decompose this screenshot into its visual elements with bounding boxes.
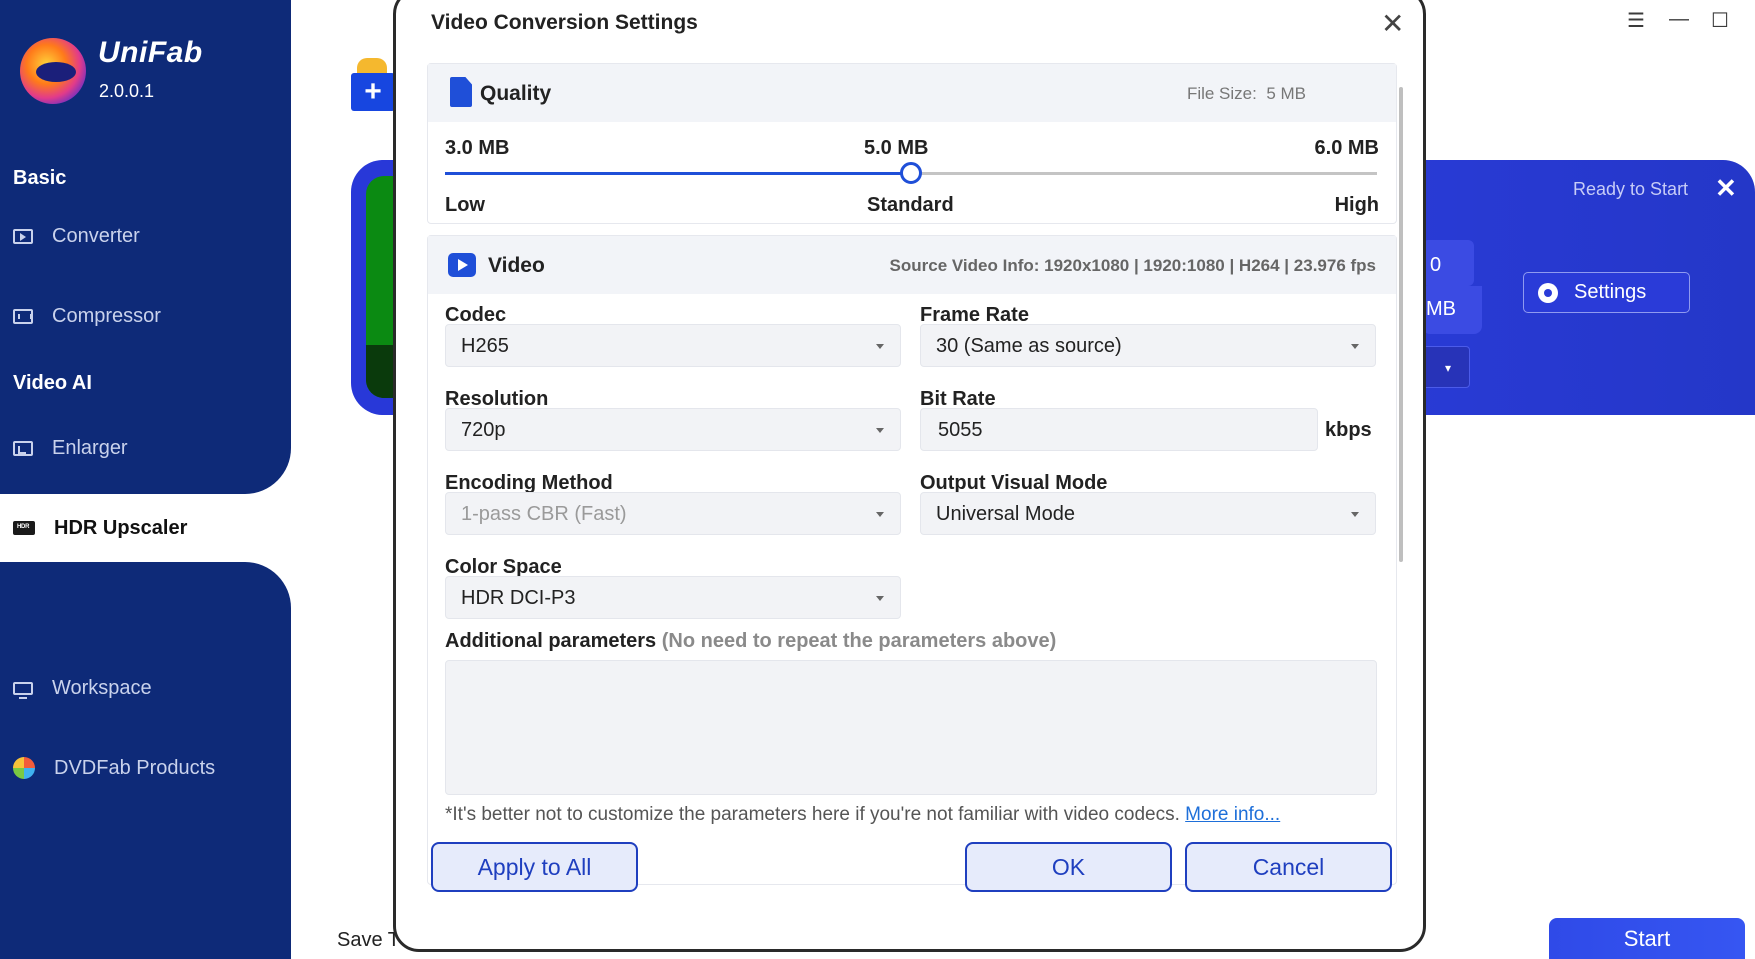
dialog-scrollbar[interactable]	[1399, 87, 1403, 562]
level-high-label: High	[1334, 194, 1379, 216]
additional-parameters-title: Additional parameters	[445, 630, 657, 652]
size-min-label: 3.0 MB	[445, 137, 510, 159]
file-size: File Size: 5 MB	[1187, 84, 1306, 104]
chevron-down-icon	[876, 596, 884, 601]
codec-select[interactable]: H265	[445, 324, 901, 367]
more-info-link[interactable]: More info...	[1185, 804, 1280, 825]
sidebar-item-compressor[interactable]: Compressor	[13, 301, 161, 331]
additional-parameters-textarea[interactable]	[445, 660, 1377, 795]
additional-parameters-label: Additional parameters (No need to repeat…	[445, 630, 1056, 653]
quality-card-header: Quality File Size: 5 MB	[428, 64, 1396, 122]
encoding-method-select: 1-pass CBR (Fast)	[445, 492, 901, 535]
close-icon[interactable]: ✕	[1381, 7, 1404, 40]
ok-button[interactable]: OK	[965, 842, 1172, 892]
task-status: Ready to Start	[1573, 179, 1689, 199]
hdr-icon: HDR	[13, 521, 35, 535]
video-title: Video	[488, 254, 545, 277]
resolution-value: 720p	[461, 419, 506, 441]
output-visual-mode-value: Universal Mode	[936, 503, 1075, 525]
task-size-unit: MB	[1426, 298, 1456, 320]
chevron-down-icon	[876, 512, 884, 517]
output-visual-mode-select[interactable]: Universal Mode	[920, 492, 1376, 535]
file-size-label: File Size:	[1186, 84, 1257, 103]
sidebar: UniFab 2.0.0.1 Basic Converter Compresso…	[0, 0, 291, 959]
file-size-value: 5 MB	[1266, 84, 1306, 103]
frame-rate-select[interactable]: 30 (Same as source)	[920, 324, 1376, 367]
sidebar-item-enlarger[interactable]: Enlarger	[13, 433, 128, 463]
app-version: 2.0.0.1	[99, 81, 155, 101]
sidebar-item-hdr-upscaler[interactable]: HDR HDR Upscaler	[13, 513, 187, 543]
video-play-icon	[448, 253, 476, 277]
color-space-value: HDR DCI-P3	[461, 587, 576, 609]
enlarger-icon	[13, 440, 33, 456]
sidebar-item-label: Workspace	[52, 676, 152, 699]
section-video-ai: Video AI	[13, 372, 92, 394]
bit-rate-input[interactable]: 5055	[920, 408, 1318, 451]
level-low-label: Low	[445, 194, 485, 216]
encoding-method-value: 1-pass CBR (Fast)	[461, 503, 627, 525]
document-icon	[450, 77, 472, 107]
sidebar-item-label: DVDFab Products	[54, 756, 216, 779]
codec-warning-text: *It's better not to customize the parame…	[445, 804, 1180, 825]
chevron-down-icon	[876, 428, 884, 433]
start-button[interactable]: Start	[1549, 918, 1745, 959]
codec-value: H265	[461, 335, 509, 357]
quality-slider-handle[interactable]	[900, 162, 922, 184]
cancel-button[interactable]: Cancel	[1185, 842, 1392, 892]
quality-slider-fill	[445, 172, 911, 175]
save-to-label: Save T	[337, 929, 400, 951]
brand-name: UniFab	[98, 36, 203, 69]
bit-rate-unit: kbps	[1325, 419, 1372, 441]
task-output-value: 0	[1430, 254, 1442, 276]
section-basic: Basic	[13, 167, 67, 189]
sidebar-item-label: Compressor	[52, 304, 161, 327]
hdr-icon-tag: HDR	[17, 524, 30, 530]
level-standard-label: Standard	[867, 194, 954, 216]
maximize-icon[interactable]: ☐	[1711, 8, 1729, 33]
task-output-chip[interactable]: 0	[1422, 240, 1474, 286]
additional-parameters-hint: (No need to repeat the parameters above)	[661, 630, 1057, 652]
compressor-icon	[13, 308, 33, 324]
sidebar-item-converter[interactable]: Converter	[13, 221, 140, 251]
chevron-down-icon	[1351, 512, 1359, 517]
gear-icon	[1538, 282, 1558, 303]
settings-button[interactable]: Settings	[1523, 272, 1690, 313]
dialog-title: Video Conversion Settings	[431, 11, 698, 34]
chevron-down-icon	[876, 344, 884, 349]
chevron-down-icon	[1351, 344, 1359, 349]
codec-warning-note: *It's better not to customize the parame…	[445, 804, 1280, 826]
chevron-down-icon: ▾	[1445, 361, 1452, 375]
add-source-button[interactable]: +	[351, 73, 395, 111]
bit-rate-value: 5055	[938, 419, 983, 441]
minimize-icon[interactable]: —	[1669, 8, 1689, 31]
unifab-logo-icon	[20, 38, 86, 104]
quality-title: Quality	[480, 82, 552, 105]
task-dropdown[interactable]: ▾	[1422, 346, 1470, 388]
task-size-chip: MB	[1422, 286, 1482, 334]
video-conversion-settings-dialog: Video Conversion Settings ✕ Quality File…	[393, 0, 1426, 952]
settings-label: Settings	[1574, 281, 1647, 303]
video-card: Video Source Video Info: 1920x1080 | 192…	[427, 235, 1397, 885]
color-space-select[interactable]: HDR DCI-P3	[445, 576, 901, 619]
video-card-header: Video Source Video Info: 1920x1080 | 192…	[428, 236, 1396, 294]
apply-to-all-button[interactable]: Apply to All	[431, 842, 638, 892]
size-max-label: 6.0 MB	[1314, 137, 1379, 159]
resolution-select[interactable]: 720p	[445, 408, 901, 451]
converter-icon	[13, 228, 33, 244]
sidebar-item-label: Enlarger	[52, 436, 128, 459]
sidebar-item-label: HDR Upscaler	[54, 516, 188, 539]
monitor-icon	[13, 681, 33, 699]
menu-icon[interactable]: ☰	[1627, 8, 1645, 33]
sidebar-item-dvdfab-products[interactable]: DVDFab Products	[13, 753, 215, 783]
source-video-info: Source Video Info: 1920x1080 | 1920:1080…	[889, 256, 1376, 275]
dvdfab-logo-icon	[13, 757, 35, 779]
task-close-icon[interactable]: ✕	[1715, 173, 1737, 204]
quality-card: Quality File Size: 5 MB 3.0 MB 5.0 MB 6.…	[427, 63, 1397, 224]
size-mid-label: 5.0 MB	[864, 137, 929, 159]
sidebar-item-workspace[interactable]: Workspace	[13, 673, 152, 703]
frame-rate-value: 30 (Same as source)	[936, 335, 1122, 357]
sidebar-item-label: Converter	[52, 224, 140, 247]
